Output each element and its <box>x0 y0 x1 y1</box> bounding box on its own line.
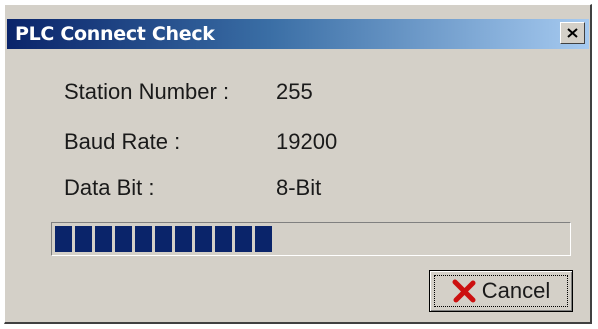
cancel-button-label: Cancel <box>481 278 551 303</box>
progress-block <box>235 226 252 252</box>
baud-rate-label: Baud Rate : <box>64 129 181 154</box>
progress-block <box>255 226 272 252</box>
progress-block <box>195 226 212 252</box>
station-number-value: 255 <box>276 79 313 104</box>
plc-connect-dialog: PLC Connect Check Station Number : 255 B… <box>4 4 592 324</box>
cancel-focus-rect: Cancel <box>434 275 568 307</box>
cancel-button[interactable]: Cancel <box>429 270 573 312</box>
progress-block <box>95 226 112 252</box>
connection-progress-bar <box>51 222 571 256</box>
progress-block <box>175 226 192 252</box>
window-title: PLC Connect Check <box>15 23 215 45</box>
progress-block <box>55 226 72 252</box>
red-x-icon <box>452 279 476 303</box>
data-bit-value: 8-Bit <box>276 175 322 200</box>
title-bar[interactable]: PLC Connect Check <box>7 19 589 49</box>
progress-block <box>215 226 232 252</box>
data-bit-label: Data Bit : <box>64 175 155 200</box>
progress-block <box>155 226 172 252</box>
progress-block <box>75 226 92 252</box>
baud-rate-value: 19200 <box>276 129 338 154</box>
close-icon <box>567 28 578 38</box>
progress-fill <box>55 226 272 252</box>
station-number-label: Station Number : <box>64 79 230 104</box>
close-button[interactable] <box>560 22 585 44</box>
progress-block <box>135 226 152 252</box>
progress-block <box>115 226 132 252</box>
